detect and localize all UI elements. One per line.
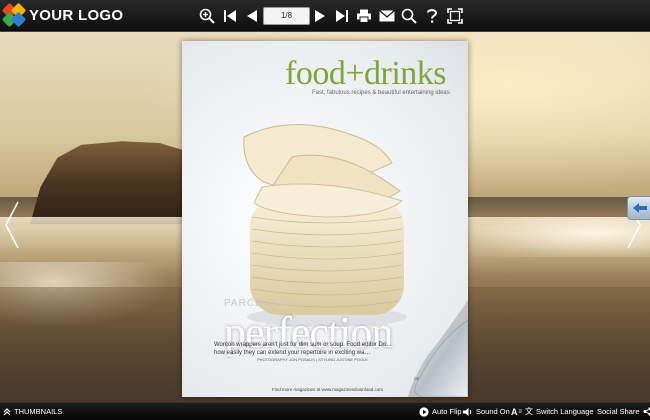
logo-text: YOUR LOGO xyxy=(29,6,124,24)
sound-toggle-button[interactable]: Sound On xyxy=(463,403,510,420)
help-icon[interactable] xyxy=(421,5,443,27)
language-label: Switch Language xyxy=(536,407,594,416)
fullscreen-icon[interactable] xyxy=(444,5,466,27)
last-page-icon[interactable] xyxy=(331,5,353,27)
print-icon[interactable] xyxy=(353,5,375,27)
social-share-button[interactable]: Social Share xyxy=(597,403,650,420)
magazine-page[interactable]: food+drinks Fast, fabulous recipes & bea… xyxy=(182,41,468,397)
sound-label: Sound On xyxy=(476,407,510,416)
email-icon[interactable] xyxy=(376,5,398,27)
article-intro: Wonton wrappers aren't just for dim sum … xyxy=(214,342,393,356)
photo-credit: PHOTOGRAPHY JON POSAUS | STYLING JUSTINE… xyxy=(257,357,368,362)
bottom-toolbar: THUMBNAILS Auto Flip Sound On A ≡ 文 Swit… xyxy=(0,402,650,420)
cliff xyxy=(30,141,190,224)
auto-flip-button[interactable]: Auto Flip xyxy=(419,403,462,420)
wonton-stack-image xyxy=(243,124,407,327)
top-toolbar: YOUR LOGO 1/8 xyxy=(0,0,650,32)
page-number-input[interactable]: 1/8 xyxy=(263,7,310,25)
auto-flip-label: Auto Flip xyxy=(432,407,462,416)
logo-icon xyxy=(1,2,27,28)
thumbnails-label: THUMBNAILS xyxy=(14,407,63,416)
switch-language-button[interactable]: A ≡ 文 Switch Language xyxy=(511,403,594,420)
magazine-tagline: Fast, fabulous recipes & beautiful enter… xyxy=(312,90,450,96)
next-page-icon[interactable] xyxy=(309,5,331,27)
speaker-icon xyxy=(463,407,472,416)
language-icon: A xyxy=(511,406,518,417)
previous-page-arrow-icon[interactable] xyxy=(4,200,20,250)
share-label: Social Share xyxy=(597,407,640,416)
thumbnails-button[interactable]: THUMBNAILS xyxy=(3,403,62,420)
search-icon[interactable] xyxy=(398,5,420,27)
play-icon xyxy=(419,406,429,417)
chevron-up-icon xyxy=(3,407,11,415)
magazine-footer: Find more magazines at www.magazinesdown… xyxy=(272,387,384,392)
magazine-title: food+drinks xyxy=(285,55,447,92)
logo: YOUR LOGO xyxy=(1,2,124,28)
previous-page-icon[interactable] xyxy=(241,5,263,27)
first-page-icon[interactable] xyxy=(219,5,241,27)
zoom-in-icon[interactable] xyxy=(196,5,218,27)
share-icon xyxy=(643,407,650,416)
page-curl-icon[interactable] xyxy=(408,300,468,397)
side-panel-toggle-icon[interactable] xyxy=(627,196,650,220)
